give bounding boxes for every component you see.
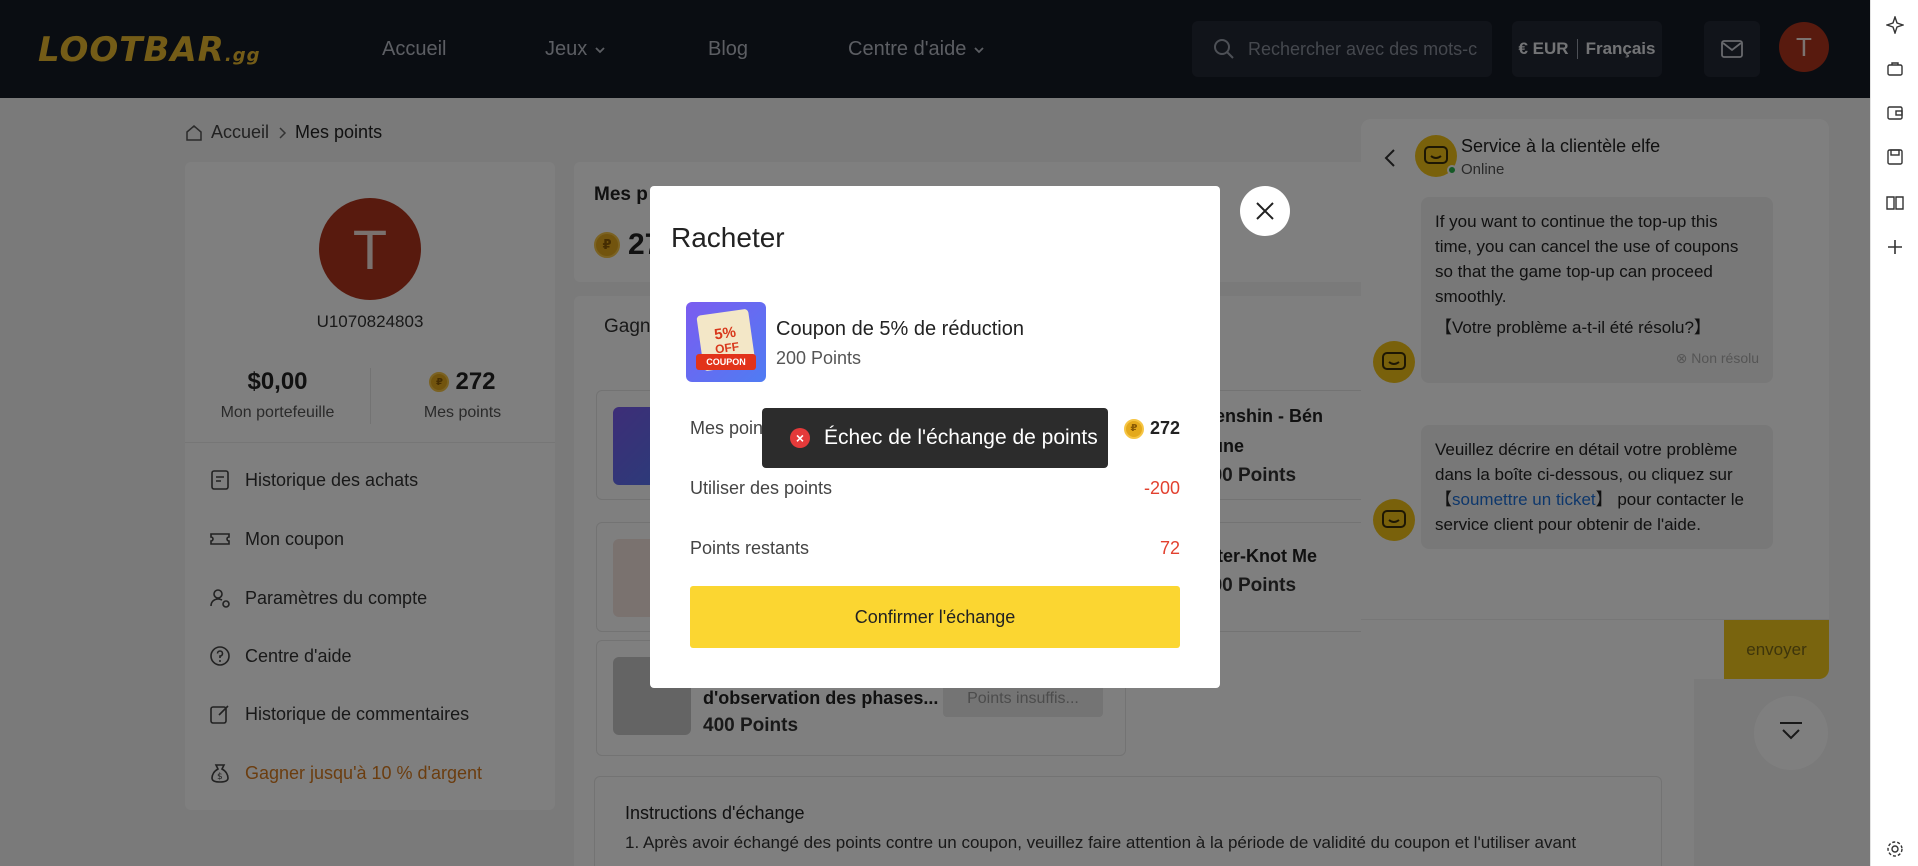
toast-message: Échec de l'échange de points — [824, 426, 1098, 449]
close-icon — [1256, 202, 1274, 220]
use-points-row: Utiliser des points -200 — [690, 478, 1180, 498]
reader-icon[interactable] — [1884, 192, 1906, 214]
confirm-exchange-button[interactable]: Confirmer l'échange — [690, 586, 1180, 648]
coupon-cost: 200 Points — [776, 348, 862, 368]
briefcase-icon[interactable] — [1884, 58, 1906, 80]
sparkle-icon[interactable] — [1884, 14, 1906, 36]
coupon-image: 5% OFF COUPON — [686, 302, 766, 382]
browser-side-toolbar — [1870, 0, 1918, 866]
add-icon[interactable] — [1884, 236, 1906, 258]
error-icon: × — [790, 428, 810, 448]
modal-title: Racheter — [671, 222, 785, 253]
close-modal-button[interactable] — [1240, 186, 1290, 236]
error-toast: × Échec de l'échange de points — [762, 408, 1108, 468]
wallet-icon[interactable] — [1884, 102, 1906, 124]
coupon-name: Coupon de 5% de réduction — [776, 318, 1024, 340]
remaining-points-row: Points restants 72 — [690, 538, 1180, 558]
settings-gear-icon[interactable] — [1884, 838, 1906, 860]
save-icon[interactable] — [1884, 146, 1906, 168]
coin-icon: ₽ — [1123, 418, 1144, 439]
